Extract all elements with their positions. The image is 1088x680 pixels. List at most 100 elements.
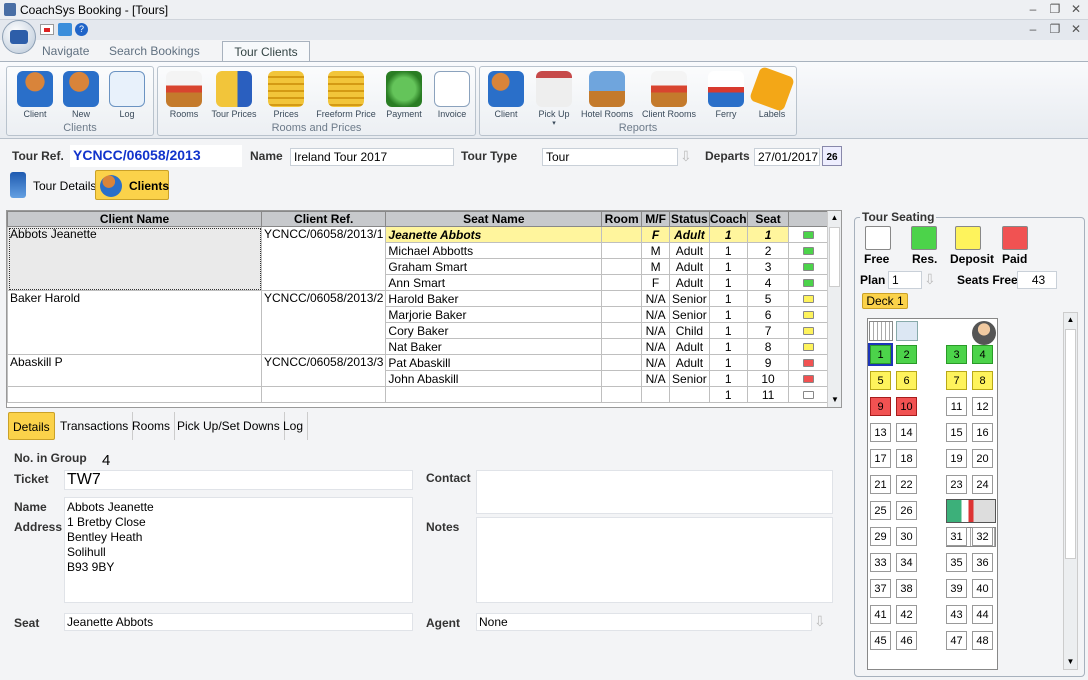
hotel-rooms-button[interactable]: Hotel Rooms [578, 71, 636, 119]
minimize-icon[interactable]: – [1025, 2, 1041, 16]
coach-cell[interactable]: 1 [708, 306, 748, 323]
mdi-restore-icon[interactable]: ❐ [1047, 22, 1063, 36]
seat-29[interactable]: 29 [870, 527, 891, 546]
room-cell[interactable] [601, 338, 643, 355]
seat-cell[interactable]: 10 [746, 370, 790, 387]
seat-cell[interactable]: 3 [746, 258, 790, 275]
column-header[interactable]: Status [669, 211, 710, 227]
coach-cell[interactable]: 1 [708, 226, 748, 243]
seat-1[interactable]: 1 [868, 343, 893, 366]
coach-cell[interactable]: 1 [708, 274, 748, 291]
seat-31[interactable]: 31 [946, 527, 967, 546]
client-rooms-button[interactable]: Client Rooms [638, 71, 700, 119]
seat-47[interactable]: 47 [946, 631, 967, 650]
flag-icon[interactable] [40, 24, 54, 35]
seat-34[interactable]: 34 [896, 553, 917, 572]
seat-cell[interactable]: 6 [746, 306, 790, 323]
seat-4[interactable]: 4 [972, 345, 993, 364]
seat-name-cell[interactable]: Nat Baker [385, 338, 603, 355]
tour-type-select[interactable]: Tour [542, 148, 678, 166]
status-cell[interactable]: Child [669, 322, 710, 339]
room-cell[interactable] [601, 274, 643, 291]
coach-cell[interactable]: 1 [708, 242, 748, 259]
column-header[interactable]: Coach [708, 211, 748, 227]
column-header[interactable]: Seat Name [385, 211, 603, 227]
labels-button[interactable]: Labels [746, 65, 798, 119]
seat-40[interactable]: 40 [972, 579, 993, 598]
freeform-price-button[interactable]: Freeform Price [314, 71, 378, 119]
pick-up-button[interactable]: Pick Up ▾ [528, 71, 580, 127]
grid-scrollbar[interactable]: ▲ ▼ [827, 211, 841, 407]
seat-22[interactable]: 22 [896, 475, 917, 494]
seat-name-cell[interactable] [385, 386, 603, 403]
prices-button[interactable]: Prices [260, 71, 312, 119]
log-button[interactable]: Log [101, 71, 153, 119]
coach-cell[interactable]: 1 [708, 338, 748, 355]
seat-33[interactable]: 33 [870, 553, 891, 572]
seat-5[interactable]: 5 [870, 371, 891, 390]
seat-25[interactable]: 25 [870, 501, 891, 520]
seat-cell[interactable]: 5 [746, 290, 790, 307]
client-button[interactable]: Client [9, 71, 61, 119]
seat-map-scrollbar[interactable]: ▲ ▼ [1063, 312, 1078, 670]
seat-scroll-down-icon[interactable]: ▼ [1064, 655, 1077, 669]
room-cell[interactable] [601, 322, 643, 339]
column-header[interactable]: Seat [746, 211, 790, 227]
mdi-minimize-icon[interactable]: – [1025, 22, 1041, 36]
seat-cell[interactable]: 11 [746, 386, 790, 403]
client-ref-cell[interactable] [260, 386, 387, 403]
plan-dropdown-icon[interactable]: ⇩ [924, 271, 936, 288]
tab-search-bookings[interactable]: Search Bookings [103, 41, 206, 61]
seat-16[interactable]: 16 [972, 423, 993, 442]
seat-36[interactable]: 36 [972, 553, 993, 572]
table-row[interactable]: 1 11 [7, 386, 829, 403]
seat-9[interactable]: 9 [870, 397, 891, 416]
seat-6[interactable]: 6 [896, 371, 917, 390]
seat-7[interactable]: 7 [946, 371, 967, 390]
calendar-icon[interactable]: 26 [822, 146, 842, 166]
seat-8[interactable]: 8 [972, 371, 993, 390]
tab-tour-clients[interactable]: Tour Clients [222, 41, 310, 61]
seat-name-cell[interactable]: Harold Baker [385, 290, 603, 307]
column-header[interactable]: Client Name [7, 211, 262, 227]
seat-cell[interactable]: 9 [746, 354, 790, 371]
seat-21[interactable]: 21 [870, 475, 891, 494]
mf-cell[interactable]: N/A [641, 290, 671, 307]
mf-cell[interactable]: M [641, 258, 671, 275]
seat-32[interactable]: 32 [972, 527, 993, 546]
client-name-cell[interactable] [7, 386, 262, 403]
seat-cell[interactable]: 4 [746, 274, 790, 291]
column-header[interactable]: Client Ref. [260, 211, 387, 227]
tab-pickup-setdowns[interactable]: Pick Up/Set Downs [173, 412, 285, 440]
room-cell[interactable] [601, 370, 643, 387]
client-name-cell[interactable]: Abbots Jeanette [7, 226, 262, 291]
table-row[interactable]: Abaskill P YCNCC/06058/2013/3 Pat Abaskill… [7, 354, 829, 387]
rooms-button[interactable]: Rooms [158, 71, 210, 119]
seat-3[interactable]: 3 [946, 345, 967, 364]
mf-cell[interactable]: N/A [641, 322, 671, 339]
plan-field[interactable]: 1 [888, 271, 922, 289]
coach-cell[interactable]: 1 [708, 386, 748, 403]
status-cell[interactable]: Adult [669, 274, 710, 291]
room-cell[interactable] [601, 226, 643, 243]
seat-name-cell[interactable]: Cory Baker [385, 322, 603, 339]
status-cell[interactable]: Adult [669, 242, 710, 259]
mf-cell[interactable] [641, 386, 671, 403]
seat-19[interactable]: 19 [946, 449, 967, 468]
seat-name-cell[interactable]: Michael Abbotts [385, 242, 603, 259]
mf-cell[interactable]: F [641, 226, 671, 243]
client-ref-cell[interactable]: YCNCC/06058/2013/3 [260, 354, 387, 387]
restore-icon[interactable]: ❐ [1047, 2, 1063, 16]
seat-cell[interactable]: 2 [746, 242, 790, 259]
status-cell[interactable]: Adult [669, 354, 710, 371]
tab-rooms[interactable]: Rooms [128, 412, 176, 440]
seat-41[interactable]: 41 [870, 605, 891, 624]
seat-12[interactable]: 12 [972, 397, 993, 416]
seat-45[interactable]: 45 [870, 631, 891, 650]
status-cell[interactable] [669, 386, 710, 403]
mf-cell[interactable]: N/A [641, 370, 671, 387]
mdi-close-icon[interactable]: ✕ [1068, 22, 1084, 36]
status-cell[interactable]: Adult [669, 338, 710, 355]
status-cell[interactable]: Senior [669, 306, 710, 323]
invoice-button[interactable]: Invoice [426, 71, 478, 119]
